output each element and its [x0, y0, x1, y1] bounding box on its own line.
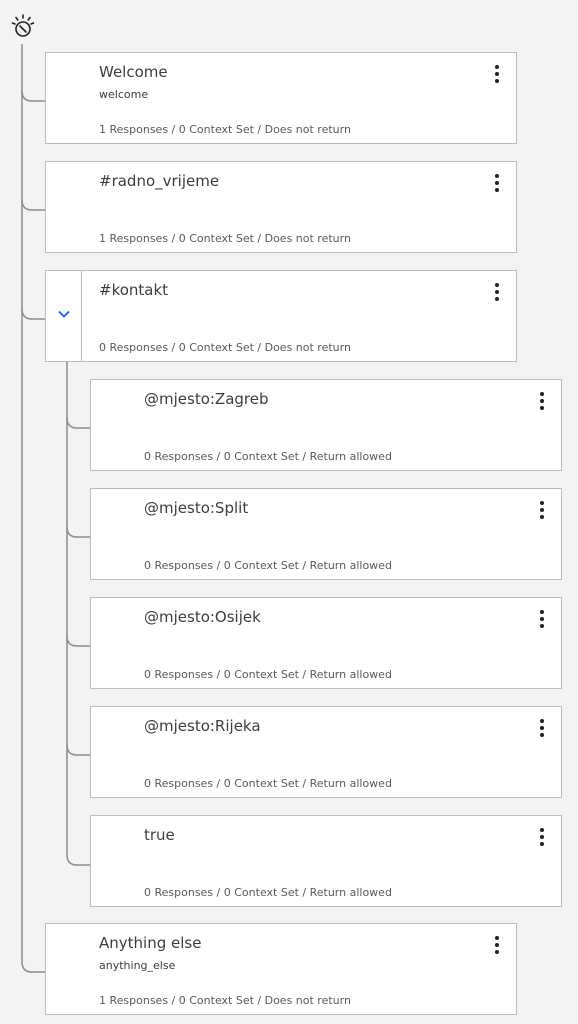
overflow-menu-icon[interactable]: [492, 65, 502, 87]
overflow-menu-icon[interactable]: [492, 936, 502, 958]
chevron-down-icon: [58, 310, 70, 318]
dialog-node-kontakt[interactable]: #kontakt 0 Responses / 0 Context Set / D…: [45, 270, 517, 362]
node-title: @mjesto:Zagreb: [144, 390, 269, 408]
node-title: @mjesto:Split: [144, 499, 249, 517]
ibm-watson-icon[interactable]: [10, 12, 36, 40]
node-title: @mjesto:Rijeka: [144, 717, 261, 735]
dialog-node-radno-vrijeme[interactable]: #radno_vrijeme 1 Responses / 0 Context S…: [45, 161, 517, 253]
node-status: 1 Responses / 0 Context Set / Does not r…: [99, 994, 351, 1007]
dialog-node-split[interactable]: @mjesto:Split 0 Responses / 0 Context Se…: [90, 488, 562, 580]
node-subtitle: anything_else: [99, 959, 176, 972]
dialog-node-welcome[interactable]: Welcome welcome 1 Responses / 0 Context …: [45, 52, 517, 144]
dialog-node-true[interactable]: true 0 Responses / 0 Context Set / Retur…: [90, 815, 562, 907]
node-status: 0 Responses / 0 Context Set / Return all…: [144, 777, 392, 790]
dialog-node-zagreb[interactable]: @mjesto:Zagreb 0 Responses / 0 Context S…: [90, 379, 562, 471]
overflow-menu-icon[interactable]: [537, 610, 547, 632]
overflow-menu-icon[interactable]: [492, 174, 502, 196]
node-title: Anything else: [99, 934, 202, 952]
node-subtitle: welcome: [99, 88, 149, 101]
dialog-node-rijeka[interactable]: @mjesto:Rijeka 0 Responses / 0 Context S…: [90, 706, 562, 798]
node-status: 0 Responses / 0 Context Set / Return all…: [144, 668, 392, 681]
overflow-menu-icon[interactable]: [537, 392, 547, 414]
dialog-node-anything-else[interactable]: Anything else anything_else 1 Responses …: [45, 923, 517, 1015]
overflow-menu-icon[interactable]: [537, 828, 547, 850]
node-title: #radno_vrijeme: [99, 172, 220, 190]
collapse-toggle[interactable]: [46, 271, 82, 361]
dialog-node-osijek[interactable]: @mjesto:Osijek 0 Responses / 0 Context S…: [90, 597, 562, 689]
node-status: 0 Responses / 0 Context Set / Return all…: [144, 886, 392, 899]
node-title: #kontakt: [99, 281, 169, 299]
node-title: Welcome: [99, 63, 168, 81]
node-status: 1 Responses / 0 Context Set / Does not r…: [99, 123, 351, 136]
overflow-menu-icon[interactable]: [492, 283, 502, 305]
node-status: 0 Responses / 0 Context Set / Return all…: [144, 450, 392, 463]
node-status: 0 Responses / 0 Context Set / Does not r…: [99, 341, 351, 354]
node-status: 0 Responses / 0 Context Set / Return all…: [144, 559, 392, 572]
overflow-menu-icon[interactable]: [537, 719, 547, 741]
overflow-menu-icon[interactable]: [537, 501, 547, 523]
node-title: @mjesto:Osijek: [144, 608, 261, 626]
node-title: true: [144, 826, 175, 844]
node-status: 1 Responses / 0 Context Set / Does not r…: [99, 232, 351, 245]
